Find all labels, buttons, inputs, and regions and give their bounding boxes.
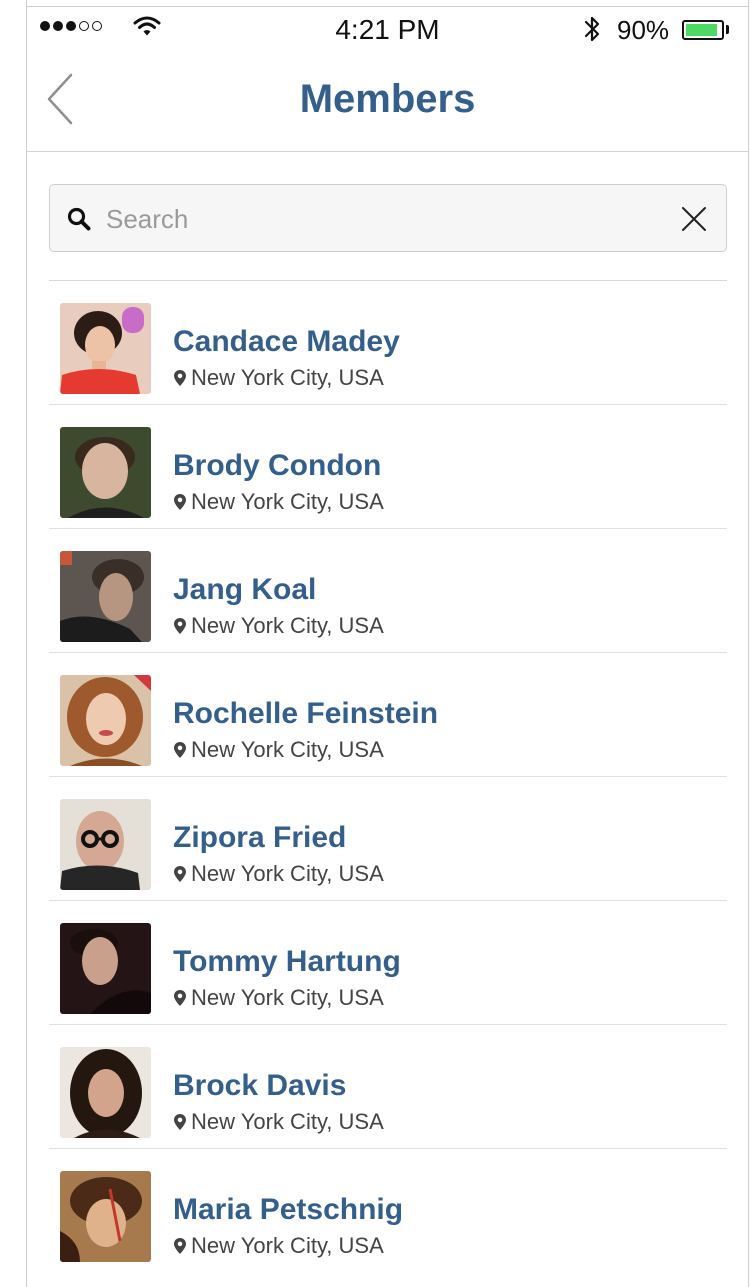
member-location: New York City, USA (173, 1109, 384, 1135)
member-location-text: New York City, USA (191, 365, 384, 390)
map-pin-icon (174, 494, 186, 510)
nav-divider (27, 151, 748, 152)
member-name: Brock Davis (173, 1069, 347, 1102)
search-icon (67, 207, 91, 231)
member-row[interactable]: Rochelle Feinstein New York City, USA (49, 653, 727, 777)
avatar (60, 923, 151, 1014)
avatar (60, 675, 151, 766)
member-row[interactable]: Maria Petschnig New York City, USA (49, 1149, 727, 1273)
member-location-text: New York City, USA (191, 985, 384, 1010)
frame-edge-right (748, 0, 749, 1287)
map-pin-icon (174, 1238, 186, 1254)
app-screen: 4:21 PM 90% Members Search Candace Madey… (0, 0, 750, 1287)
close-icon[interactable] (680, 205, 708, 233)
avatar (60, 1047, 151, 1138)
member-location-text: New York City, USA (191, 489, 384, 514)
member-row[interactable]: Tommy Hartung New York City, USA (49, 901, 727, 1025)
member-name: Rochelle Feinstein (173, 697, 439, 730)
member-location: New York City, USA (173, 985, 384, 1011)
search-input[interactable] (106, 199, 666, 239)
member-row[interactable]: Jang Koal New York City, USA (49, 529, 727, 653)
member-location-text: New York City, USA (191, 1109, 384, 1134)
member-location-text: New York City, USA (191, 1233, 384, 1258)
map-pin-icon (174, 742, 186, 758)
status-bar: 4:21 PM 90% (27, 7, 748, 49)
member-location-text: New York City, USA (191, 613, 384, 638)
member-name: Zipora Fried (173, 821, 347, 854)
member-name: Brody Condon (173, 449, 382, 482)
map-pin-icon (174, 618, 186, 634)
member-name: Candace Madey (173, 325, 400, 358)
avatar (60, 1171, 151, 1262)
battery-percent: 90% (617, 15, 670, 45)
avatar (60, 799, 151, 890)
member-list: Candace Madey New York City, USA Brody C… (49, 281, 727, 1273)
member-location: New York City, USA (173, 489, 384, 515)
member-row[interactable]: Brock Davis New York City, USA (49, 1025, 727, 1149)
member-location-text: New York City, USA (191, 861, 384, 886)
search-bar (49, 184, 727, 252)
member-row[interactable]: Candace Madey New York City, USA (49, 281, 727, 405)
page-title: Members (299, 77, 476, 121)
member-name: Maria Petschnig (173, 1193, 404, 1226)
member-location: New York City, USA (173, 613, 384, 639)
bluetooth-icon (584, 16, 600, 42)
member-location-text: New York City, USA (191, 737, 384, 762)
member-location: New York City, USA (173, 365, 384, 391)
avatar (60, 427, 151, 518)
member-row[interactable]: Brody Condon New York City, USA (49, 405, 727, 529)
member-location: New York City, USA (173, 737, 384, 763)
avatar (60, 551, 151, 642)
member-name: Tommy Hartung (173, 945, 401, 978)
member-location: New York City, USA (173, 861, 384, 887)
frame-edge-left (26, 0, 27, 1287)
avatar (60, 303, 151, 394)
map-pin-icon (174, 370, 186, 386)
member-name: Jang Koal (173, 573, 317, 606)
battery-icon (682, 20, 724, 40)
battery-level-fill (686, 24, 717, 36)
map-pin-icon (174, 1114, 186, 1130)
member-row[interactable]: Zipora Fried New York City, USA (49, 777, 727, 901)
navigation-bar: Members (27, 49, 748, 151)
battery-terminal (726, 25, 729, 34)
map-pin-icon (174, 990, 186, 1006)
map-pin-icon (174, 866, 186, 882)
member-location: New York City, USA (173, 1233, 384, 1259)
